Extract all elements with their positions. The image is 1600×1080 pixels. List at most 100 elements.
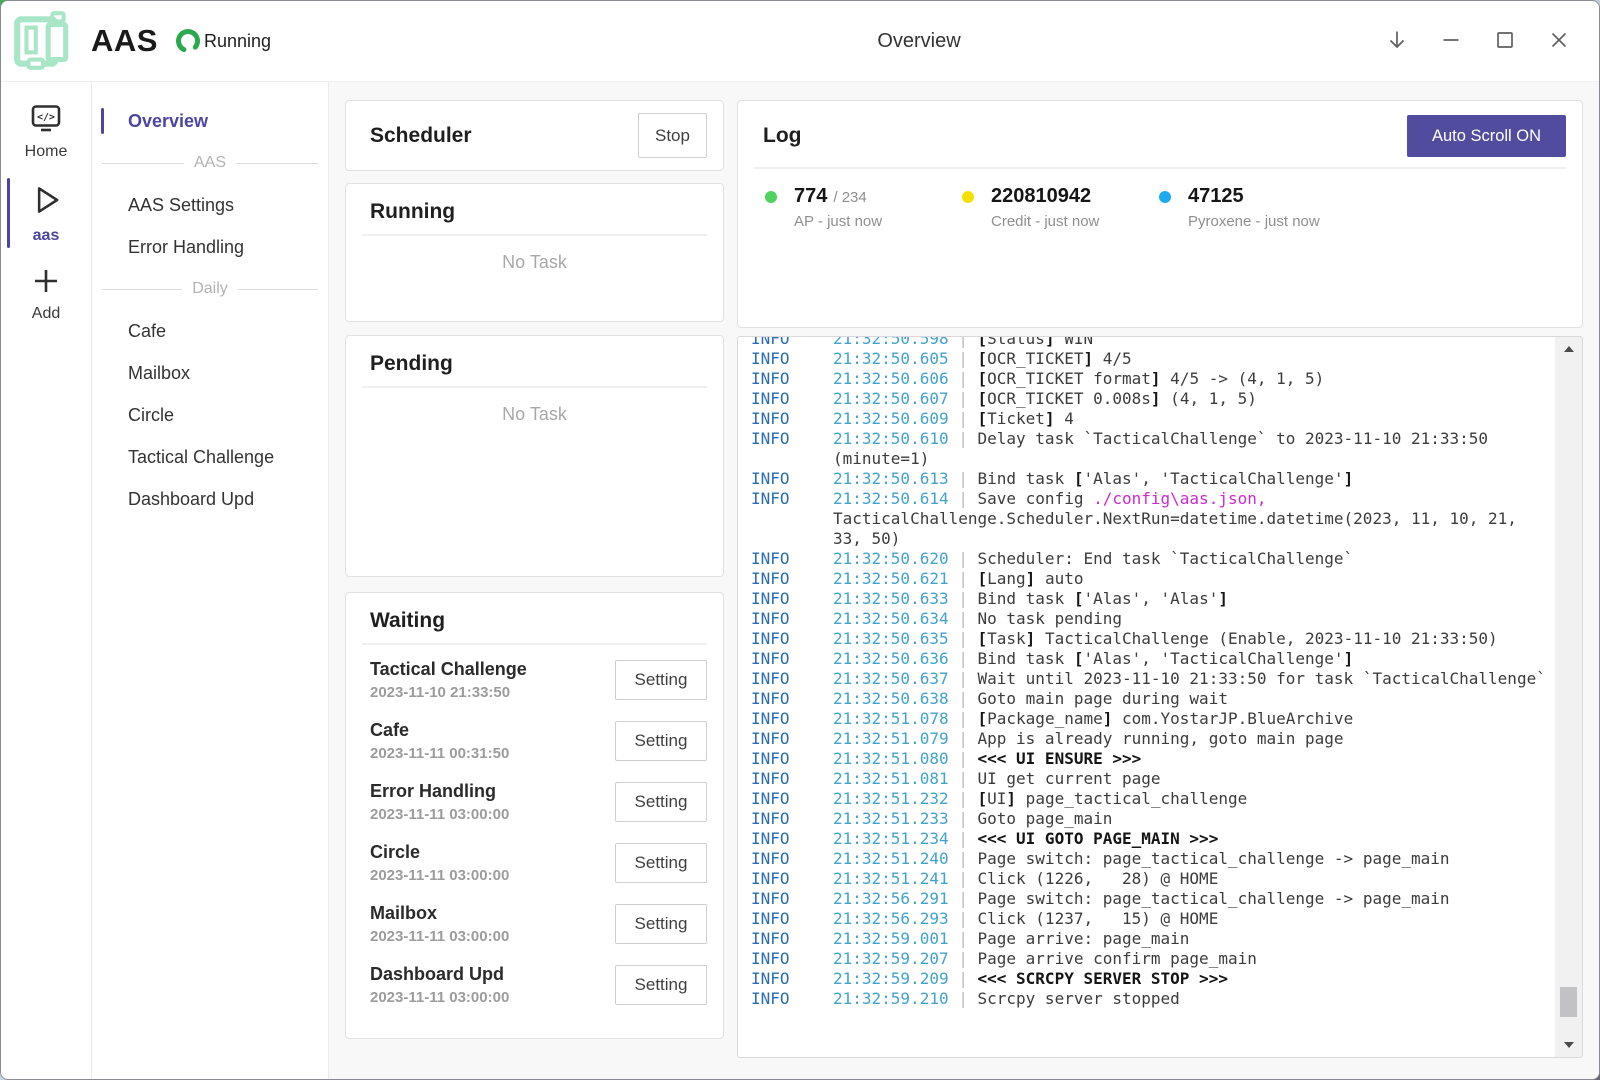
log-line: INFO21:32:51.234 | <<< UI GOTO PAGE_MAIN… bbox=[751, 829, 1552, 849]
sidebar-item-error-handling[interactable]: Error Handling bbox=[92, 226, 328, 268]
plus-icon bbox=[30, 265, 62, 302]
log-line: INFO21:32:51.081 | UI get current page bbox=[751, 769, 1552, 789]
log-lines: INFO21:32:50.598 | [Status] WININFO21:32… bbox=[751, 337, 1552, 1057]
app-logo-icon bbox=[11, 9, 75, 73]
log-time: 21:32:51.241 bbox=[833, 869, 949, 888]
log-time: 21:32:51.081 bbox=[833, 769, 949, 788]
waiting-task-row: Mailbox2023-11-11 03:00:00Setting bbox=[346, 893, 723, 954]
log-level: INFO bbox=[751, 709, 833, 729]
log-separator: | bbox=[949, 569, 978, 588]
log-level: INFO bbox=[751, 629, 833, 649]
sidebar-item-mailbox[interactable]: Mailbox bbox=[92, 352, 328, 394]
log-line: INFO21:32:51.232 | [UI] page_tactical_ch… bbox=[751, 789, 1552, 809]
log-line: INFO21:32:50.635 | [Task] TacticalChalle… bbox=[751, 629, 1552, 649]
stat-item: 220810942Credit - just now bbox=[962, 185, 1159, 230]
log-message: 21:32:59.209 | <<< SCRCPY SERVER STOP >>… bbox=[833, 969, 1552, 989]
log-time: 21:32:51.233 bbox=[833, 809, 949, 828]
log-separator: | bbox=[949, 769, 978, 788]
divider-line bbox=[102, 163, 184, 164]
close-button[interactable] bbox=[1543, 25, 1575, 57]
task-next-run: 2023-11-11 03:00:00 bbox=[370, 928, 509, 945]
minimize-button[interactable] bbox=[1435, 25, 1467, 57]
rail-item-label: aas bbox=[33, 227, 60, 245]
svg-text:</>: </> bbox=[37, 112, 55, 123]
rail-item-home[interactable]: </>Home bbox=[1, 96, 91, 166]
log-separator: | bbox=[949, 789, 978, 808]
task-setting-button[interactable]: Setting bbox=[615, 965, 707, 1005]
task-setting-button[interactable]: Setting bbox=[615, 904, 707, 944]
stat-dot bbox=[765, 191, 777, 203]
log-level: INFO bbox=[751, 649, 833, 669]
stat-item: 774/ 234AP - just now bbox=[765, 185, 962, 230]
stat-label: Pyroxene - just now bbox=[1188, 213, 1320, 230]
scheduler-panel: Scheduler Stop bbox=[345, 100, 724, 171]
log-time: 21:32:50.621 bbox=[833, 569, 949, 588]
play-icon bbox=[27, 181, 65, 224]
log-separator: | bbox=[949, 337, 978, 348]
task-name: Cafe bbox=[370, 720, 509, 741]
log-separator: | bbox=[949, 549, 978, 568]
task-setting-button[interactable]: Setting bbox=[615, 721, 707, 761]
waiting-task-row: Tactical Challenge2023-11-10 21:33:50Set… bbox=[346, 649, 723, 710]
log-level: INFO bbox=[751, 909, 833, 929]
log-line: INFO21:32:51.080 | <<< UI ENSURE >>> bbox=[751, 749, 1552, 769]
pending-empty-label: No Task bbox=[346, 404, 723, 425]
sidebar-item-label: Cafe bbox=[128, 321, 166, 342]
log-line: INFO21:32:51.079 | App is already runnin… bbox=[751, 729, 1552, 749]
log-level: INFO bbox=[751, 609, 833, 629]
log-level: INFO bbox=[751, 689, 833, 709]
task-name: Circle bbox=[370, 842, 509, 863]
sidebar-item-label: Error Handling bbox=[128, 237, 244, 258]
log-separator: | bbox=[949, 489, 978, 508]
log-level: INFO bbox=[751, 349, 833, 369]
log-separator: | bbox=[949, 749, 978, 768]
hide-window-button[interactable] bbox=[1381, 25, 1413, 57]
waiting-task-row: Circle2023-11-11 03:00:00Setting bbox=[346, 832, 723, 893]
scroll-up-button[interactable] bbox=[1555, 339, 1582, 359]
log-level: INFO bbox=[751, 869, 833, 889]
log-scrollbar[interactable] bbox=[1555, 337, 1582, 1057]
app-title: AAS bbox=[91, 23, 158, 59]
log-separator: | bbox=[949, 629, 978, 648]
sidebar-item-cafe[interactable]: Cafe bbox=[92, 310, 328, 352]
minimize-icon bbox=[1438, 27, 1464, 56]
sidebar-item-aas-settings[interactable]: AAS Settings bbox=[92, 184, 328, 226]
task-setting-button[interactable]: Setting bbox=[615, 660, 707, 700]
log-line: INFO21:32:50.598 | [Status] WIN bbox=[751, 337, 1552, 349]
log-message: 21:32:51.232 | [UI] page_tactical_challe… bbox=[833, 789, 1552, 809]
log-message: 21:32:50.634 | No task pending bbox=[833, 609, 1552, 629]
log-level: INFO bbox=[751, 769, 833, 789]
sidebar-item-overview[interactable]: Overview bbox=[92, 100, 328, 142]
sidebar-item-circle[interactable]: Circle bbox=[92, 394, 328, 436]
rail-item-aas[interactable]: aas bbox=[1, 176, 91, 250]
log-line: INFO21:32:59.210 | Scrcpy server stopped bbox=[751, 989, 1552, 1009]
log-message: 21:32:50.610 | Delay task `TacticalChall… bbox=[833, 429, 1552, 469]
task-name: Error Handling bbox=[370, 781, 509, 802]
maximize-button[interactable] bbox=[1489, 25, 1521, 57]
waiting-title: Waiting bbox=[370, 609, 445, 632]
scroll-down-button[interactable] bbox=[1555, 1035, 1582, 1055]
log-level: INFO bbox=[751, 989, 833, 1009]
divider bbox=[362, 234, 707, 236]
sidebar-item-dashboard-upd[interactable]: Dashboard Upd bbox=[92, 478, 328, 520]
log-time: 21:32:59.207 bbox=[833, 949, 949, 968]
log-message: 21:32:59.210 | Scrcpy server stopped bbox=[833, 989, 1552, 1009]
scroll-thumb[interactable] bbox=[1560, 987, 1577, 1017]
rail-item-add[interactable]: Add bbox=[1, 260, 91, 328]
log-time: 21:32:51.079 bbox=[833, 729, 949, 748]
waiting-task-row: Cafe2023-11-11 00:31:50Setting bbox=[346, 710, 723, 771]
log-level: INFO bbox=[751, 389, 833, 409]
log-level: INFO bbox=[751, 337, 833, 349]
auto-scroll-button[interactable]: Auto Scroll ON bbox=[1407, 115, 1566, 157]
log-time: 21:32:51.234 bbox=[833, 829, 949, 848]
log-message: 21:32:50.638 | Goto main page during wai… bbox=[833, 689, 1552, 709]
log-line: INFO21:32:50.606 | [OCR_TICKET format] 4… bbox=[751, 369, 1552, 389]
log-panel: INFO21:32:50.598 | [Status] WININFO21:32… bbox=[737, 336, 1583, 1058]
log-message: 21:32:50.598 | [Status] WIN bbox=[833, 337, 1552, 349]
stop-button[interactable]: Stop bbox=[638, 113, 707, 158]
task-setting-button[interactable]: Setting bbox=[615, 782, 707, 822]
log-line: INFO21:32:50.610 | Delay task `TacticalC… bbox=[751, 429, 1552, 469]
stat-value-row: 774/ 234 bbox=[794, 185, 882, 208]
task-setting-button[interactable]: Setting bbox=[615, 843, 707, 883]
sidebar-item-tactical-challenge[interactable]: Tactical Challenge bbox=[92, 436, 328, 478]
